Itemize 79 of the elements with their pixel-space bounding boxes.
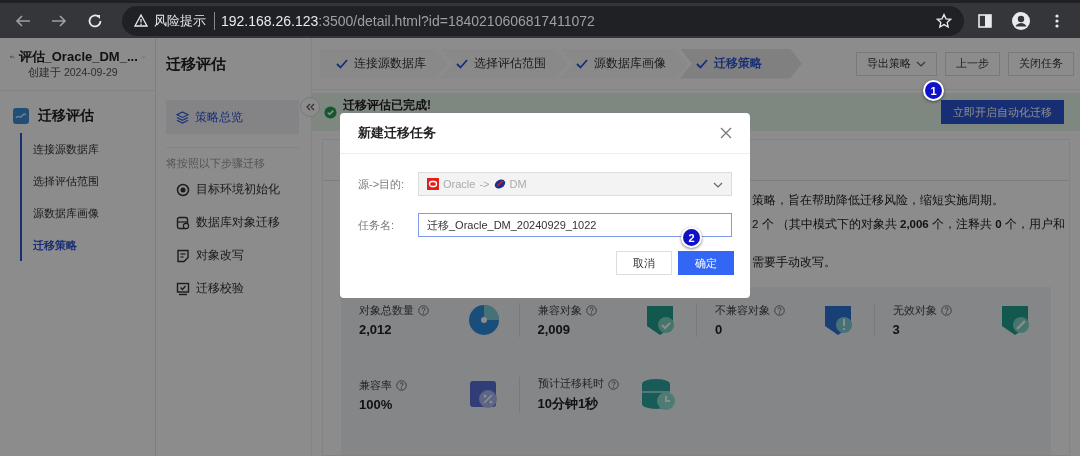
pie-chart-icon — [466, 303, 501, 337]
wizard-step[interactable]: 迁移策略 — [680, 48, 802, 79]
summary-text: 2 个 （其中模式下的对象共 2,006 个，注释共 0 个，用户和 — [752, 217, 1066, 232]
step-link[interactable]: 对象改写 — [196, 248, 244, 263]
back-arrow-icon — [15, 12, 31, 29]
confirm-button[interactable]: 确定 — [678, 251, 734, 275]
target-icon — [176, 182, 190, 197]
check-icon — [456, 58, 468, 69]
stat-value: 100% — [359, 396, 394, 412]
stat-value: 3 — [892, 321, 901, 337]
stat-label: 对象总数量 — [359, 303, 414, 318]
check-circle-icon — [324, 105, 337, 119]
success-message: 迁移评估已完成! — [343, 96, 431, 114]
toolbar-button[interactable]: 关闭任务 — [1008, 51, 1074, 76]
monitor-check-icon — [176, 281, 190, 296]
step-marker: 1 — [923, 80, 944, 101]
task-title: 评估_Oracle_DM_... — [18, 48, 138, 66]
assessment-icon — [12, 107, 30, 125]
dialog-title: 新建迁移任务 — [358, 124, 436, 142]
caret-icon — [916, 60, 926, 67]
chevron-down-icon — [713, 182, 723, 188]
section-title: 迁移评估 — [38, 107, 94, 125]
created-date: 创建于 2024-09-29 — [28, 66, 119, 80]
forward-arrow-icon — [51, 12, 67, 29]
help-icon — [774, 305, 785, 316]
security-warning[interactable]: 风险提示 — [154, 11, 215, 30]
stat-label: 预计迁移耗时 — [537, 377, 604, 391]
help-icon — [940, 305, 952, 316]
stat-label: 兼容对象 — [537, 303, 582, 318]
help-icon — [418, 305, 429, 316]
sidebar-item[interactable]: 选择评估范围 — [33, 173, 99, 189]
menu-icon — [1055, 12, 1059, 29]
arrow-text: -> — [479, 178, 490, 190]
layers-icon — [176, 110, 189, 124]
reload-icon — [87, 12, 103, 29]
summary-text: 策略，旨在帮助降低迁移风险，缩短实施周期。 — [752, 193, 1005, 208]
help-icon — [607, 378, 619, 390]
sidebar-item[interactable]: 迁移策略 — [33, 237, 77, 253]
address-bar[interactable]: 风险提示 192.168.26.123:3500/detail.html?id=1840210606817411072 — [122, 5, 964, 36]
url-text: 192.168.26.123:3500/detail.html?id=1840210606817411072 — [221, 12, 595, 29]
help-icon — [396, 380, 407, 391]
step-link[interactable]: 数据库对象迁移 — [196, 215, 280, 230]
sidebar-item[interactable]: 源数据库画像 — [33, 205, 99, 221]
cancel-button[interactable]: 取消 — [616, 251, 672, 275]
document-icon — [176, 248, 190, 263]
check-icon — [576, 58, 588, 69]
side-panel-icon — [977, 12, 993, 29]
oracle-logo-icon — [427, 178, 439, 190]
field-label: 任务名: — [358, 217, 396, 233]
stat-label: 兼容率 — [359, 378, 392, 393]
stat-label: 不兼容对象 — [715, 303, 770, 318]
database-icon — [176, 215, 190, 230]
double-chevron-icon — [305, 103, 315, 111]
source-name: Oracle — [443, 178, 476, 190]
summary-text: 需要手动改写。 — [752, 255, 837, 270]
profile-icon — [1011, 10, 1031, 31]
stat-value: 2,009 — [537, 321, 572, 337]
overview-tab[interactable]: 策略总览 — [166, 100, 299, 134]
check-icon — [696, 58, 708, 69]
toolbar-button[interactable]: 导出策略 — [856, 51, 937, 76]
toolbar-button[interactable]: 上一步 — [945, 51, 1000, 76]
stat-value: 0 — [715, 321, 724, 337]
step-link[interactable]: 目标环境初始化 — [196, 182, 280, 197]
stat-value: 2,012 — [359, 321, 393, 337]
warning-icon — [134, 14, 148, 27]
stat-label: 无效对象 — [892, 303, 937, 318]
step-link[interactable]: 迁移校验 — [196, 281, 244, 296]
stat-value: 10分钟1秒 — [537, 395, 600, 413]
check-icon — [336, 58, 348, 69]
help-icon — [585, 305, 597, 316]
target-name: DM — [509, 178, 527, 190]
start-migration-button[interactable]: 立即开启自动化迁移 — [941, 100, 1064, 124]
close-button[interactable] — [720, 127, 732, 139]
database-clock-icon — [640, 377, 678, 413]
star-icon[interactable] — [936, 12, 952, 29]
field-label: 源->目的: — [358, 176, 406, 192]
page-title: 迁移评估 — [165, 53, 227, 74]
sidebar-item[interactable]: 连接源数据库 — [33, 141, 99, 157]
dm-logo-icon — [493, 178, 506, 190]
